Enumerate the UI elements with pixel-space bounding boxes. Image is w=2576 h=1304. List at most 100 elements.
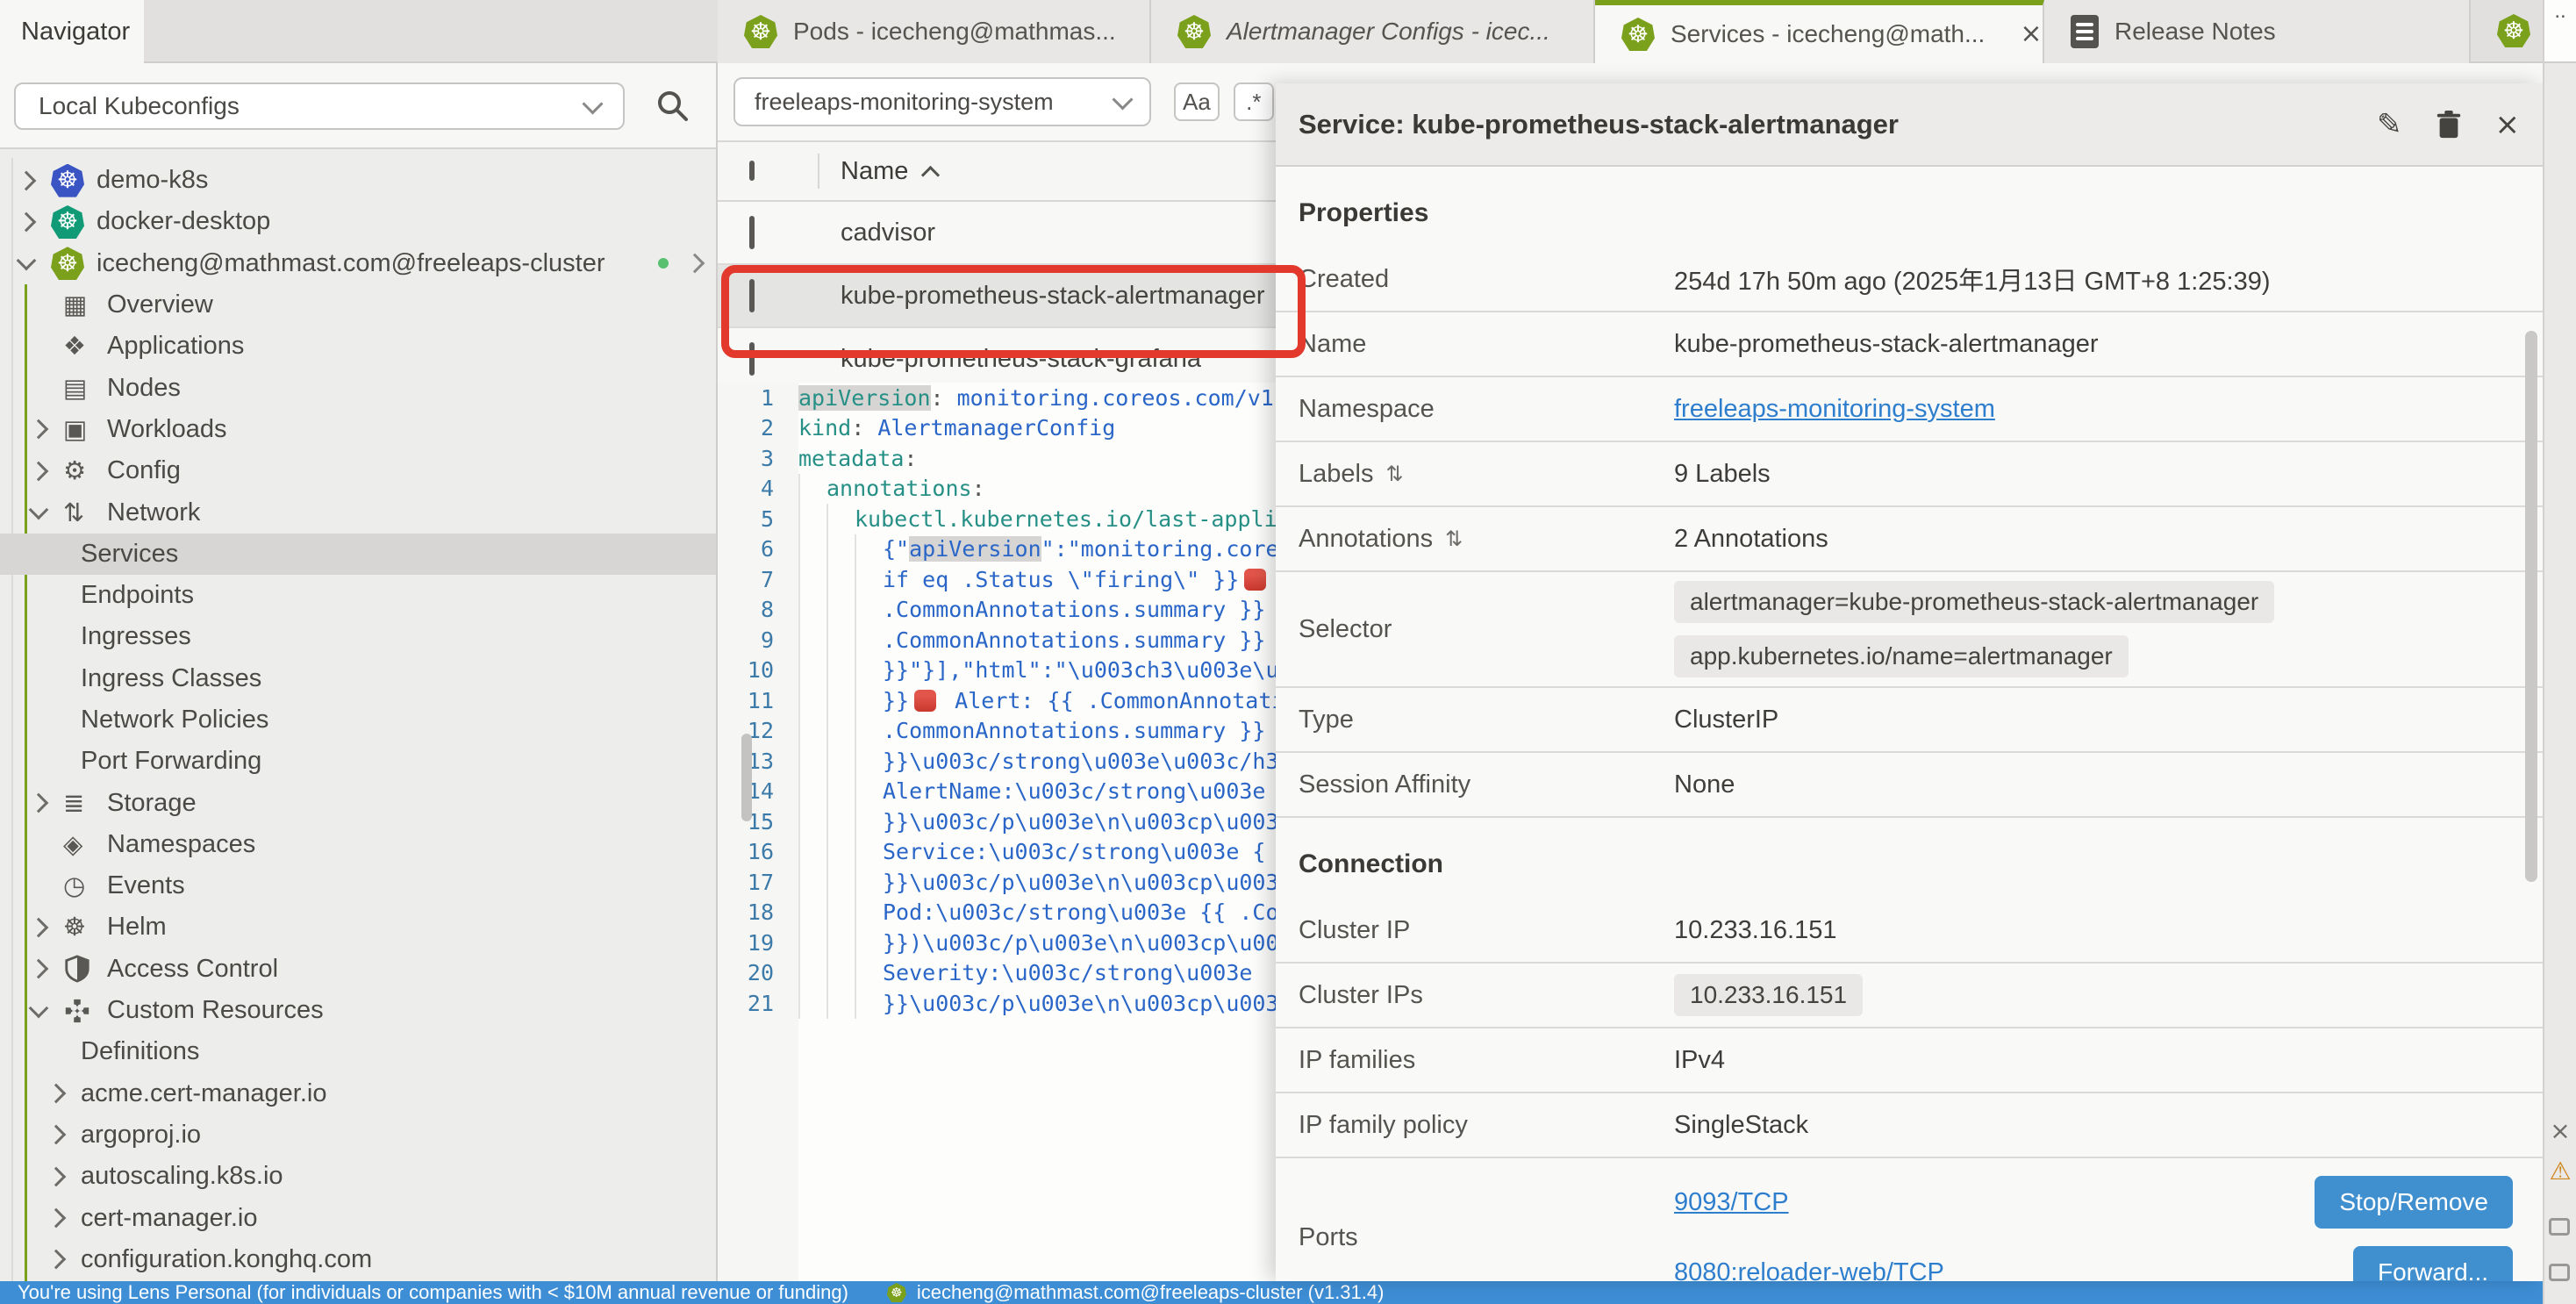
drawer-value-text: SingleStack xyxy=(1674,1111,1808,1139)
tab-label: Pods - icecheng@mathmas... xyxy=(793,18,1116,46)
sidebar-search-button[interactable] xyxy=(655,88,690,123)
close-tab-icon[interactable]: × xyxy=(2020,21,2042,47)
row-checkbox[interactable] xyxy=(749,216,755,249)
tab-alertmanager-configs[interactable]: ☸Alertmanager Configs - icec... xyxy=(1151,0,1595,63)
drawer-label-text: Namespace xyxy=(1299,395,1435,424)
chevron-right-icon[interactable] xyxy=(29,918,49,938)
sidebar-item-label: Ingresses xyxy=(81,622,191,651)
sidebar-item-docker-desktop[interactable]: ☸docker-desktop xyxy=(0,201,716,242)
notification-box-icon[interactable] xyxy=(2549,1264,2570,1281)
sidebar-item-workloads[interactable]: ▣Workloads xyxy=(0,409,716,450)
drawer-scrollbar-thumb[interactable] xyxy=(2525,331,2537,882)
sidebar-item-overview[interactable]: ▦Overview xyxy=(0,284,716,326)
sidebar-item-applications[interactable]: ❖Applications xyxy=(0,326,716,367)
close-notification-icon[interactable]: × xyxy=(2544,1116,2576,1145)
sidebar-item-namespaces[interactable]: ◈Namespaces xyxy=(0,824,716,865)
row-checkbox[interactable] xyxy=(749,342,755,376)
sidebar-item-definitions[interactable]: Definitions xyxy=(0,1031,716,1072)
sidebar-item-ingress-classes[interactable]: Ingress Classes xyxy=(0,658,716,699)
sidebar-item-freeleaps-cluster[interactable]: ☸icecheng@mathmast.com@freeleaps-cluster xyxy=(0,243,716,284)
sidebar-item-storage[interactable]: ≣Storage xyxy=(0,782,716,823)
chevron-down-icon[interactable] xyxy=(29,500,49,520)
sidebar-item-endpoints[interactable]: Endpoints xyxy=(0,575,716,616)
port-action-button[interactable]: Forward... xyxy=(2353,1246,2513,1281)
namespace-select[interactable]: freeleaps-monitoring-system xyxy=(733,77,1151,126)
sidebar-item-network-policies[interactable]: Network Policies xyxy=(0,699,716,741)
sidebar-item-acme-cert-manager[interactable]: acme.cert-manager.io xyxy=(0,1073,716,1114)
notification-box-icon[interactable] xyxy=(2549,1218,2570,1236)
editor-scrollbar-thumb[interactable] xyxy=(741,734,752,821)
overflow-tab-sliver[interactable]: .. xyxy=(2544,0,2576,63)
indent-guide xyxy=(826,746,855,777)
sort-updown-icon[interactable]: ⇅ xyxy=(1445,527,1463,551)
chevron-right-icon[interactable] xyxy=(29,793,49,813)
tab-services[interactable]: ☸Services - icecheng@math...× xyxy=(1595,0,2044,63)
kubeconfig-source-select[interactable]: Local Kubeconfigs xyxy=(14,82,625,130)
sidebar-item-network[interactable]: ⇅Network xyxy=(0,491,716,533)
sidebar-item-cert-manager[interactable]: cert-manager.io xyxy=(0,1197,716,1238)
sidebar-item-ingresses[interactable]: Ingresses xyxy=(0,616,716,657)
sidebar-item-services[interactable]: Services xyxy=(0,534,716,575)
chevron-right-icon[interactable] xyxy=(17,212,37,233)
chevron-right-icon[interactable] xyxy=(47,1084,67,1104)
sort-updown-icon[interactable]: ⇅ xyxy=(1385,462,1403,486)
sidebar-item-label: Network xyxy=(107,498,200,527)
chevron-right-icon[interactable] xyxy=(47,1125,67,1145)
port-link[interactable]: 9093/TCP xyxy=(1674,1188,1789,1217)
column-header-name[interactable]: Name xyxy=(841,157,937,186)
sidebar-item-helm[interactable]: ☸Helm xyxy=(0,906,716,948)
drawer-row-value: 2 Annotations xyxy=(1674,525,2525,554)
row-checkbox[interactable] xyxy=(749,279,755,312)
sidebar-item-configuration-konghq[interactable]: configuration.konghq.com xyxy=(0,1239,716,1280)
sidebar-item-label: icecheng@mathmast.com@freeleaps-cluster xyxy=(97,249,605,278)
sidebar-item-demo-k8s[interactable]: ☸demo-k8s xyxy=(0,160,716,201)
statusbar-cluster[interactable]: ☸ icecheng@mathmast.com@freeleaps-cluste… xyxy=(887,1281,1385,1304)
value-badge: 10.233.16.151 xyxy=(1674,974,1863,1016)
sidebar-item-label: Nodes xyxy=(107,374,181,403)
indent-guide xyxy=(826,685,855,716)
chevron-right-icon[interactable] xyxy=(17,170,37,190)
sidebar-item-config[interactable]: ⚙Config xyxy=(0,450,716,491)
chevron-right-icon[interactable] xyxy=(685,254,705,274)
line-number: 19 xyxy=(718,930,798,956)
chevron-right-icon[interactable] xyxy=(47,1250,67,1270)
tab-release-notes[interactable]: Release Notes xyxy=(2044,0,2471,63)
shield-icon xyxy=(63,955,107,983)
kubernetes-icon: ☸ xyxy=(51,164,84,197)
sidebar-item-custom-resources[interactable]: Custom Resources xyxy=(0,990,716,1031)
delete-trash-icon[interactable] xyxy=(2434,110,2464,140)
port-action-button[interactable]: Stop/Remove xyxy=(2315,1176,2513,1229)
chevron-right-icon[interactable] xyxy=(47,1166,67,1186)
chevron-right-icon[interactable] xyxy=(29,461,49,481)
drawer-row-namespace: Namespace freeleaps-monitoring-system xyxy=(1276,377,2543,442)
chevron-right-icon[interactable] xyxy=(29,419,49,440)
chevron-right-icon[interactable] xyxy=(47,1208,67,1229)
sidebar-item-argoproj[interactable]: argoproj.io xyxy=(0,1114,716,1156)
regex-toggle[interactable]: .* xyxy=(1234,82,1274,121)
kubernetes-icon: ☸ xyxy=(51,205,84,239)
close-drawer-icon[interactable]: × xyxy=(2495,107,2521,142)
select-all-checkbox[interactable] xyxy=(749,161,755,181)
indent-guide xyxy=(798,746,826,777)
port-link[interactable]: 8080:reloader-web/TCP xyxy=(1674,1258,1944,1282)
tab-pods[interactable]: ☸Pods - icecheng@mathmas... xyxy=(718,0,1151,63)
sidebar-item-port-forwarding[interactable]: Port Forwarding xyxy=(0,741,716,782)
drawer-label-text: Cluster IP xyxy=(1299,916,1410,945)
warning-triangle-icon[interactable]: ⚠ xyxy=(2544,1157,2576,1186)
match-case-toggle[interactable]: Aa xyxy=(1174,82,1220,121)
sidebar-item-autoscaling[interactable]: autoscaling.k8s.io xyxy=(0,1156,716,1197)
sidebar-item-label: Helm xyxy=(107,913,167,942)
sidebar-item-access-control[interactable]: Access Control xyxy=(0,949,716,990)
sidebar-item-nodes[interactable]: ▤Nodes xyxy=(0,367,716,408)
kubernetes-icon[interactable]: ☸ xyxy=(2497,14,2530,47)
code-token: metadata xyxy=(798,446,904,471)
namespace-link[interactable]: freeleaps-monitoring-system xyxy=(1674,395,1995,423)
chevron-down-icon[interactable] xyxy=(29,998,49,1018)
chevron-down-icon[interactable] xyxy=(17,251,37,271)
navigator-panel-title: Navigator xyxy=(0,0,144,63)
sidebar-item-events[interactable]: ◷Events xyxy=(0,865,716,906)
sidebar-item-label: Overview xyxy=(107,290,213,319)
chevron-right-icon[interactable] xyxy=(29,959,49,979)
sidebar-item-label: Endpoints xyxy=(81,581,194,610)
edit-pencil-icon[interactable]: ✎ xyxy=(2377,110,2402,140)
